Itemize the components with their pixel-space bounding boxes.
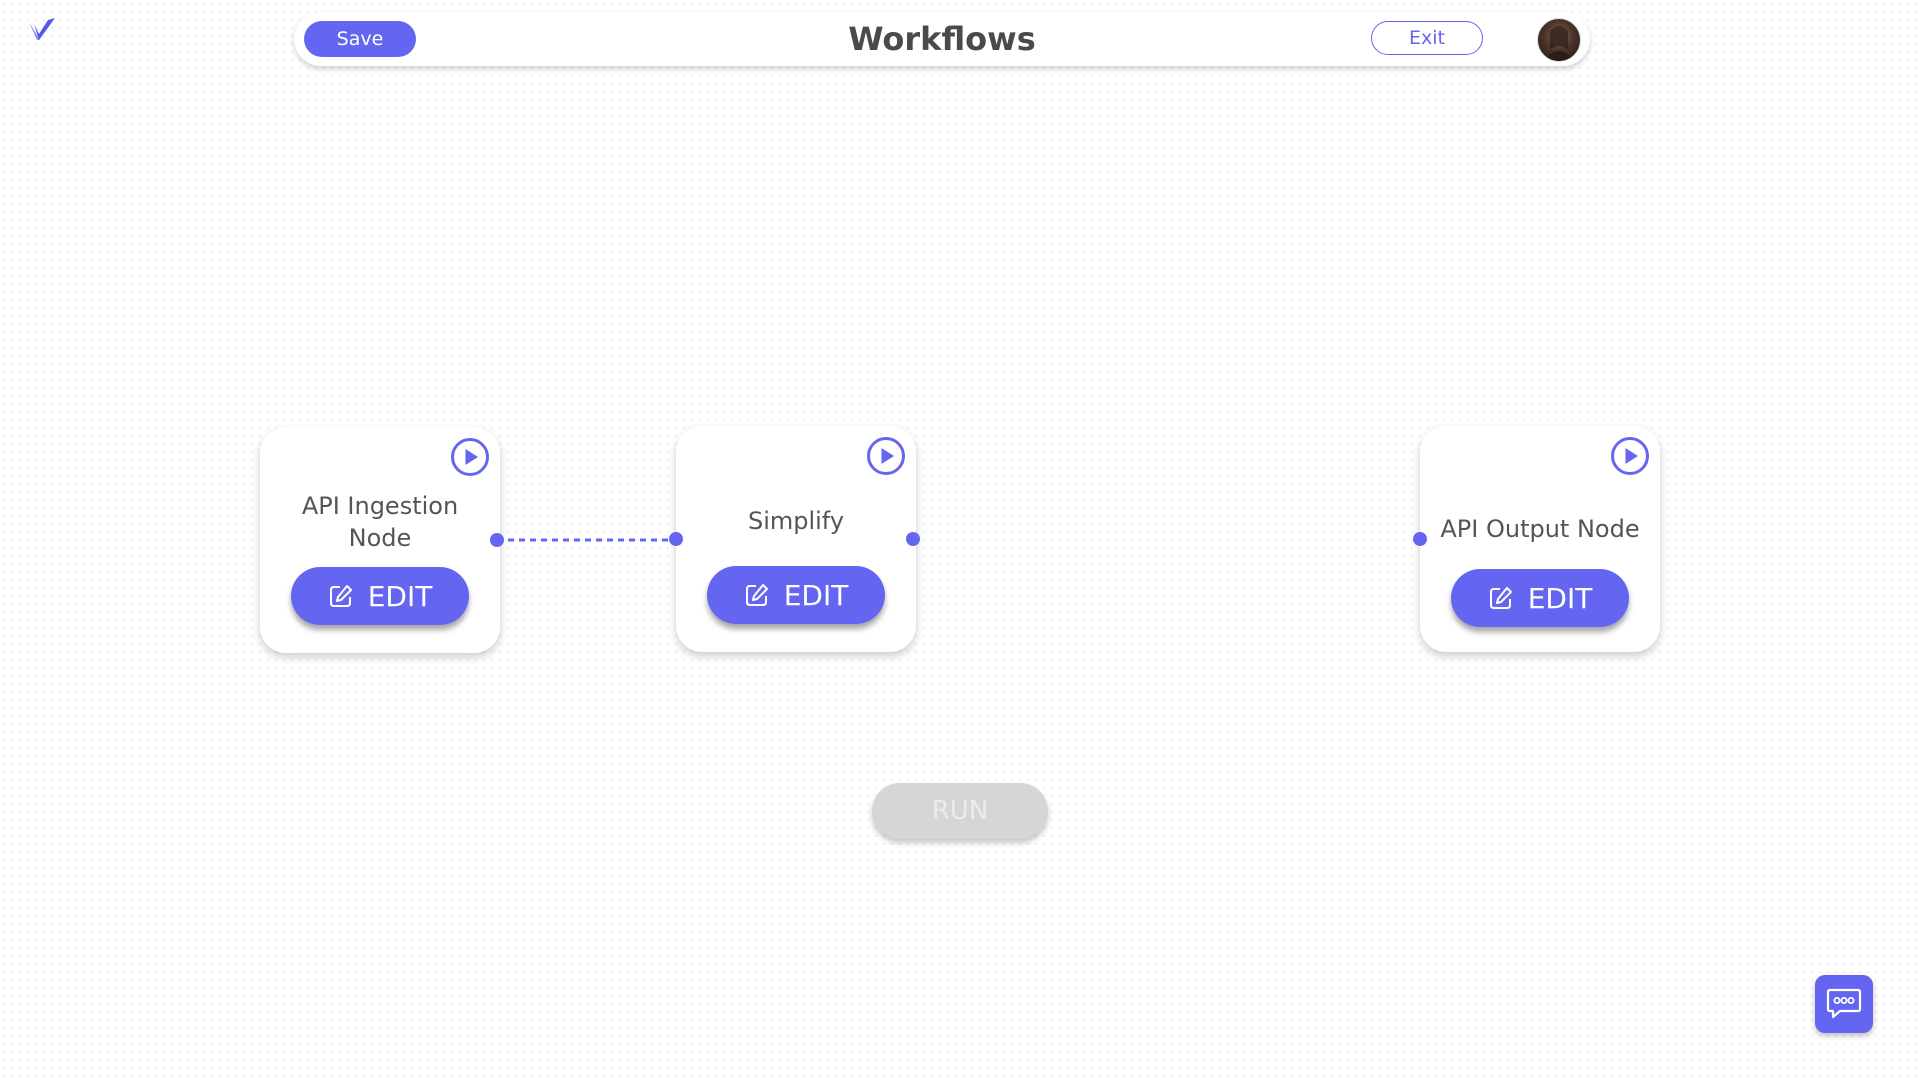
run-workflow-button[interactable]: RUN <box>872 783 1048 839</box>
run-node-button[interactable] <box>1610 436 1650 476</box>
play-circle-icon <box>867 437 905 475</box>
output-port[interactable] <box>906 532 920 546</box>
edit-pencil-icon <box>1489 587 1512 609</box>
node-label: API Ingestion Node <box>301 492 459 552</box>
edit-pencil-icon <box>745 584 768 606</box>
edit-node-button[interactable]: EDIT <box>1451 569 1629 627</box>
edit-label: EDIT <box>367 579 433 613</box>
run-node-button[interactable] <box>866 436 906 476</box>
play-circle-icon <box>451 438 489 476</box>
edit-label: EDIT <box>1527 581 1593 615</box>
chat-bubble-icon <box>1826 988 1862 1019</box>
input-port[interactable] <box>669 532 683 546</box>
chat-button[interactable] <box>1815 975 1873 1033</box>
avatar[interactable] <box>1537 18 1581 62</box>
workflow-node-api-ingestion[interactable]: API Ingestion Node EDIT <box>260 427 500 653</box>
node-label: Simplify <box>747 507 845 535</box>
v-logo-icon <box>29 18 55 40</box>
edit-label: EDIT <box>783 578 849 612</box>
top-bar: Save Workflows Exit <box>294 12 1590 66</box>
edit-node-button[interactable]: EDIT <box>291 567 469 625</box>
exit-button[interactable]: Exit <box>1371 21 1483 55</box>
edit-pencil-icon <box>329 585 352 607</box>
run-node-button[interactable] <box>450 437 490 477</box>
input-port[interactable] <box>1413 532 1427 546</box>
node-label: API Output Node <box>1440 515 1640 543</box>
play-circle-icon <box>1611 437 1649 475</box>
output-port[interactable] <box>490 533 504 547</box>
workflow-node-api-output[interactable]: API Output Node EDIT <box>1420 426 1660 652</box>
app-logo[interactable] <box>26 14 58 46</box>
workflow-node-simplify[interactable]: Simplify EDIT <box>676 426 916 652</box>
save-button[interactable]: Save <box>304 21 416 57</box>
edit-node-button[interactable]: EDIT <box>707 566 885 624</box>
user-avatar-icon <box>1544 26 1574 61</box>
node-connector <box>497 538 677 542</box>
